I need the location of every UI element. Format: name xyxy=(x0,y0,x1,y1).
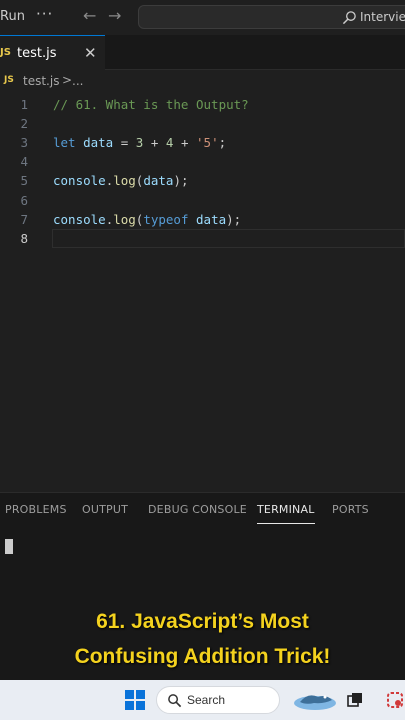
code-editor[interactable]: 1 // 61. What is the Output? 2 3 let data = … xyxy=(0,92,405,492)
tab-debug-console[interactable]: DEBUG CONSOLE xyxy=(148,503,247,516)
tab-label: test.js xyxy=(17,46,57,61)
code-token: console xyxy=(53,211,106,227)
search-highlight-icon[interactable] xyxy=(292,688,338,712)
line-number: 7 xyxy=(20,211,28,227)
caption-line-1: 61. JavaScript’s Most xyxy=(96,610,309,633)
code-token: data xyxy=(143,173,174,189)
tab-output[interactable]: OUTPUT xyxy=(82,503,128,516)
code-token: typeof xyxy=(143,211,189,227)
taskbar-search[interactable]: Search xyxy=(156,686,280,714)
video-caption: 61. JavaScript’s Most Confusing Addition… xyxy=(0,604,405,674)
code-text: let data = 3 + 4 + '5'; xyxy=(53,133,226,152)
search-icon xyxy=(168,694,182,708)
windows-start-icon[interactable] xyxy=(125,690,145,710)
code-line[interactable]: 7 console.log(typeof data); xyxy=(0,210,405,229)
code-token: data xyxy=(196,211,227,227)
code-text: console.log(data); xyxy=(53,171,189,190)
code-token: // 61. What is the Output? xyxy=(53,97,249,112)
code-token: let xyxy=(53,135,76,151)
code-token: ; xyxy=(218,135,227,151)
back-arrow-icon[interactable]: ← xyxy=(83,6,96,25)
tab-problems[interactable]: PROBLEMS xyxy=(5,503,67,516)
line-number: 2 xyxy=(20,116,28,132)
code-token: log xyxy=(113,211,136,227)
line-number: 4 xyxy=(20,154,28,170)
terminal-cursor[interactable] xyxy=(5,539,13,554)
javascript-file-icon: JS xyxy=(4,75,14,85)
tab-terminal[interactable]: TERMINAL xyxy=(257,503,315,524)
current-line-highlight xyxy=(52,228,405,248)
snipping-tool-icon[interactable] xyxy=(386,691,404,709)
code-token: + xyxy=(143,135,166,151)
close-icon[interactable]: ✕ xyxy=(84,44,97,62)
taskbar: Search xyxy=(0,680,405,720)
code-token: ); xyxy=(226,211,242,227)
command-center-label: Interview xyxy=(360,10,405,24)
search-icon xyxy=(342,11,356,25)
code-line[interactable]: 5 console.log(data); xyxy=(0,171,405,190)
code-line[interactable]: 4 xyxy=(0,152,405,171)
code-line[interactable]: 2 xyxy=(0,114,405,133)
code-token: console xyxy=(53,173,106,189)
breadcrumb: JS test.js > ... xyxy=(0,72,405,92)
command-center-search[interactable]: Interview xyxy=(138,5,405,29)
editor-tab-bar: JS test.js ✕ xyxy=(0,35,405,70)
code-text: // 61. What is the Output? xyxy=(53,95,249,114)
tab-ports[interactable]: PORTS xyxy=(332,503,369,516)
javascript-file-icon: JS xyxy=(0,47,11,58)
line-number: 6 xyxy=(20,192,28,208)
breadcrumb-file[interactable]: test.js xyxy=(23,74,59,88)
breadcrumb-separator: > xyxy=(62,73,73,87)
line-number: 3 xyxy=(20,135,28,151)
forward-arrow-icon[interactable]: → xyxy=(108,6,121,25)
code-token: ); xyxy=(173,173,189,189)
breadcrumb-symbols[interactable]: ... xyxy=(72,74,83,88)
code-token: + xyxy=(173,135,197,151)
code-line[interactable]: 3 let data = 3 + 4 + '5'; xyxy=(0,133,405,152)
code-token: log xyxy=(113,173,136,189)
code-line[interactable]: 6 xyxy=(0,191,405,210)
code-text: console.log(typeof data); xyxy=(53,210,241,229)
code-token: = xyxy=(113,135,136,151)
code-line[interactable]: 1 // 61. What is the Output? xyxy=(0,95,405,114)
caption-line-2: Confusing Addition Trick! xyxy=(74,645,331,668)
more-menu-icon[interactable]: ··· xyxy=(36,5,53,23)
task-view-icon[interactable] xyxy=(347,692,363,708)
line-number: 8 xyxy=(20,230,28,246)
code-token: data xyxy=(83,135,114,151)
taskbar-search-label: Search xyxy=(187,693,226,707)
menu-run[interactable]: Run xyxy=(0,9,25,24)
tab-test-js[interactable]: JS test.js ✕ xyxy=(0,35,105,70)
line-number: 5 xyxy=(20,173,28,189)
code-token: '5' xyxy=(196,135,219,151)
code-line[interactable]: 8 xyxy=(0,228,405,248)
title-bar: Run ··· ← → Interview xyxy=(0,0,405,35)
line-number: 1 xyxy=(20,97,28,112)
